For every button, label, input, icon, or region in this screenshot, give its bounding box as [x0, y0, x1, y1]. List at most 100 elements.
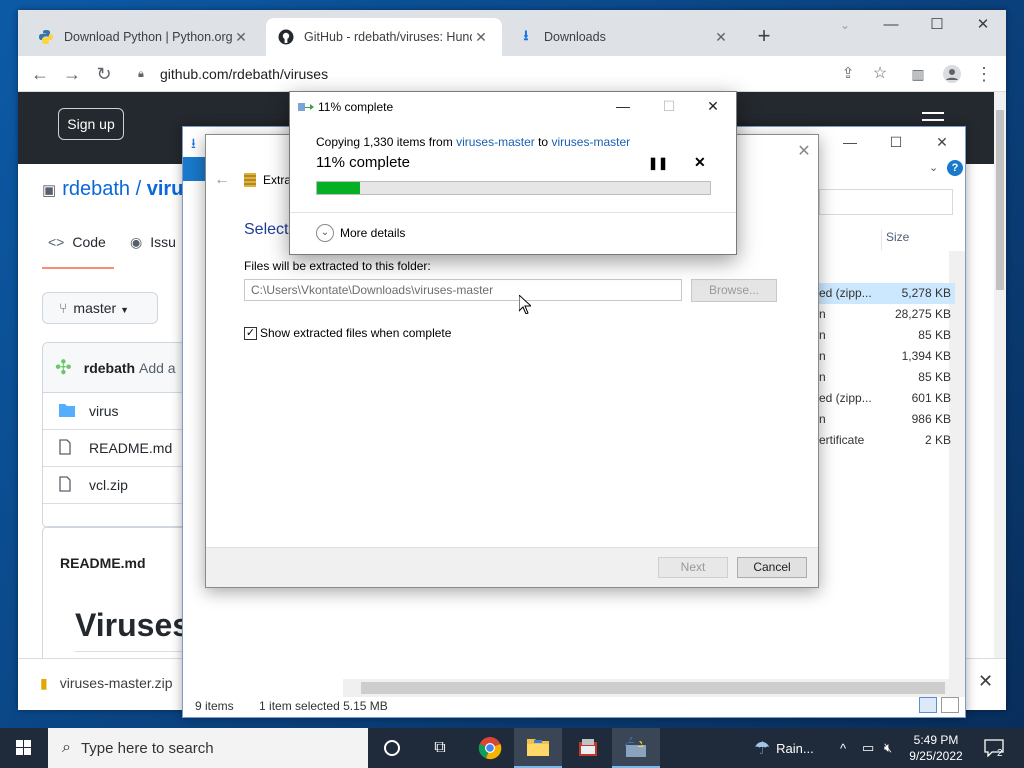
- windows-start-icon[interactable]: [0, 728, 48, 768]
- search-input[interactable]: [819, 189, 953, 215]
- destination-path-input[interactable]: C:\Users\Vkontate\Downloads\viruses-mast…: [244, 279, 682, 301]
- list-item[interactable]: n 85 KB: [819, 325, 955, 346]
- python-installer-icon[interactable]: [612, 728, 660, 768]
- download-item[interactable]: ▮ viruses-master.zip: [40, 675, 173, 692]
- more-details-toggle[interactable]: ⌄ More details: [316, 224, 405, 242]
- address-bar[interactable]: 🔒︎ github.com/rdebath/viruses: [126, 59, 856, 89]
- chevron-down-icon: ⌄: [316, 224, 334, 242]
- new-tab-button[interactable]: +: [750, 23, 778, 51]
- code-icon: <>: [48, 234, 65, 250]
- list-item[interactable]: n 1,394 KB: [819, 346, 955, 367]
- list-item[interactable]: n 28,275 KB: [819, 304, 955, 325]
- task-view-icon[interactable]: ⧉: [416, 728, 464, 768]
- more-details-label: More details: [340, 226, 406, 240]
- list-item[interactable]: ertificate 2 KB: [819, 430, 955, 451]
- file-size: 1,394 KB: [901, 349, 951, 363]
- signup-button[interactable]: Sign up: [58, 108, 124, 140]
- weather-text: Rain...: [776, 740, 814, 756]
- tab-search-icon[interactable]: ⌄: [822, 10, 868, 40]
- close-window-button[interactable]: ✕: [919, 127, 965, 157]
- tab-code[interactable]: <> Code: [48, 234, 106, 250]
- forward-button[interactable]: →: [58, 60, 86, 88]
- folder-icon: [59, 403, 75, 420]
- destination-link[interactable]: viruses-master: [551, 135, 630, 149]
- close-icon[interactable]: ✕: [472, 29, 490, 46]
- large-icons-view-icon[interactable]: [941, 697, 959, 713]
- file-type: n: [819, 349, 826, 363]
- list-item[interactable]: n 986 KB: [819, 409, 955, 430]
- branch-selector[interactable]: ⑂ master ▼: [42, 292, 158, 324]
- profile-avatar[interactable]: [938, 60, 966, 88]
- source-link[interactable]: viruses-master: [456, 135, 535, 149]
- close-icon[interactable]: ✕: [712, 29, 730, 46]
- minimize-button[interactable]: —: [600, 92, 646, 122]
- close-icon[interactable]: ✕: [978, 671, 993, 692]
- file-explorer-icon[interactable]: [514, 728, 562, 768]
- close-icon[interactable]: ✕: [794, 141, 814, 161]
- maximize-button[interactable]: ☐: [873, 127, 919, 157]
- chevron-down-icon[interactable]: ⌄: [929, 161, 938, 174]
- cancel-copy-icon[interactable]: ✕: [694, 154, 706, 171]
- bookmark-star-icon[interactable]: ☆: [866, 60, 894, 88]
- weather-widget[interactable]: ☂ Rain...: [754, 728, 814, 768]
- details-view-icon[interactable]: [919, 697, 937, 713]
- taskbar-search[interactable]: ⌕ Type here to search: [48, 728, 368, 768]
- maximize-button: ☐: [662, 98, 676, 114]
- list-item[interactable]: ed (zipp... 601 KB: [819, 388, 955, 409]
- cortana-icon[interactable]: [368, 728, 416, 768]
- file-type: ed (zipp...: [819, 391, 872, 405]
- commit-author[interactable]: rdebath: [84, 360, 135, 376]
- repo-owner-link[interactable]: rdebath: [62, 178, 130, 200]
- show-files-checkbox[interactable]: ✓ Show extracted files when complete: [244, 326, 451, 340]
- file-name: vcl.zip: [89, 477, 128, 493]
- side-panel-icon[interactable]: ▥: [904, 60, 932, 88]
- next-button[interactable]: Next: [658, 557, 728, 578]
- notification-center-icon[interactable]: 2: [984, 728, 1004, 768]
- list-item[interactable]: n 85 KB: [819, 367, 955, 388]
- share-icon[interactable]: ⇪: [834, 60, 862, 88]
- tab-github[interactable]: GitHub - rdebath/viruses: Hundr ✕: [266, 18, 502, 56]
- chrome-icon[interactable]: [466, 728, 514, 768]
- clock[interactable]: 5:49 PM 9/25/2022: [896, 732, 976, 764]
- file-menu-tab[interactable]: [183, 157, 205, 181]
- checkbox-checked-icon[interactable]: ✓: [244, 326, 257, 340]
- horizontal-scrollbar[interactable]: [343, 679, 965, 697]
- tab-python[interactable]: Download Python | Python.org ✕: [26, 18, 262, 56]
- back-arrow-icon[interactable]: ←: [214, 171, 230, 189]
- scrollbar-thumb[interactable]: [361, 682, 945, 694]
- column-header-size[interactable]: Size: [881, 230, 957, 250]
- pause-icon[interactable]: ❚❚: [648, 156, 668, 170]
- page-scrollbar[interactable]: [994, 92, 1006, 658]
- volume-muted-icon[interactable]: 🔇︎: [884, 728, 892, 768]
- close-window-button[interactable]: ✕: [690, 92, 736, 122]
- network-icon[interactable]: ▭: [862, 728, 874, 768]
- close-window-button[interactable]: ✕: [960, 10, 1006, 40]
- menu-kebab-icon[interactable]: ⋮: [970, 60, 998, 88]
- search-placeholder: Type here to search: [80, 739, 214, 757]
- file-type: ed (zipp...: [819, 286, 872, 300]
- branch-name: master: [73, 300, 117, 316]
- copy-icon: [298, 101, 314, 113]
- app-icon[interactable]: [564, 728, 612, 768]
- list-item[interactable]: ed (zipp... 5,278 KB: [819, 283, 955, 304]
- help-icon[interactable]: ?: [947, 160, 963, 176]
- minimize-button[interactable]: —: [827, 127, 873, 157]
- reload-button[interactable]: ↻: [90, 60, 118, 88]
- status-bar: 9 items 1 item selected 5.15 MB: [195, 699, 388, 713]
- chevron-up-icon[interactable]: ^: [840, 728, 846, 768]
- minimize-button[interactable]: —: [868, 10, 914, 40]
- commit-message[interactable]: Add a: [139, 360, 176, 376]
- branch-icon: ⑂: [59, 300, 68, 316]
- repo-name-link[interactable]: viru: [147, 178, 184, 200]
- tab-downloads[interactable]: ⭳ Downloads ✕: [506, 18, 742, 56]
- back-button[interactable]: ←: [26, 60, 54, 88]
- close-icon[interactable]: ✕: [232, 29, 250, 46]
- tab-issues[interactable]: ◉ Issu: [130, 234, 176, 251]
- maximize-button[interactable]: ☐: [914, 10, 960, 40]
- divider: [290, 212, 736, 213]
- browse-button[interactable]: Browse...: [691, 279, 777, 302]
- cancel-button[interactable]: Cancel: [737, 557, 807, 578]
- file-size: 5,278 KB: [901, 286, 951, 300]
- file-size: 28,275 KB: [894, 307, 951, 321]
- scrollbar-thumb[interactable]: [996, 110, 1004, 290]
